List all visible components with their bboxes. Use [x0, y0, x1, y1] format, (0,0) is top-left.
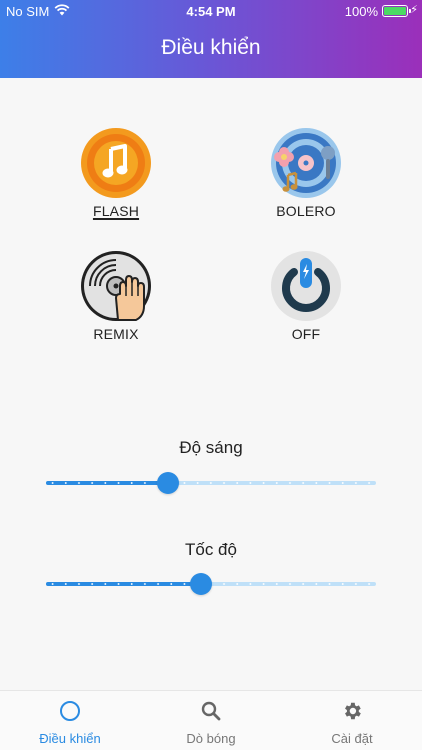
power-icon — [271, 251, 341, 321]
bottom-tab-bar: Điều khiển Dò bóng Cài đặt — [0, 690, 422, 750]
tab-cai-dat[interactable]: Cài đặt — [282, 699, 422, 746]
turntable-hand-icon — [81, 251, 151, 321]
brightness-label: Độ sáng — [179, 438, 243, 457]
battery-percentage: 100% — [344, 4, 378, 19]
mode-bolero-button[interactable]: BOLERO — [246, 127, 366, 219]
brightness-slider-block: Độ sáng — [0, 438, 422, 494]
tab-do-bong[interactable]: Dò bóng — [141, 699, 281, 746]
mode-remix-button[interactable]: REMIX — [56, 250, 176, 342]
tab-do-bong-label: Dò bóng — [186, 731, 236, 746]
speed-slider-block: Tốc độ — [0, 540, 422, 595]
speed-slider-thumb[interactable] — [190, 573, 213, 595]
battery-icon — [382, 5, 411, 17]
page-title: Điều khiển — [161, 36, 261, 59]
tab-dieu-khien-label: Điều khiển — [39, 731, 101, 746]
brightness-slider-thumb[interactable] — [157, 472, 180, 494]
circle-icon — [0, 699, 140, 723]
mode-off-button[interactable]: OFF — [246, 250, 366, 342]
mode-flash-label: FLASH — [92, 203, 140, 219]
tab-cai-dat-label: Cài đặt — [331, 731, 373, 746]
mode-bolero-label: BOLERO — [276, 203, 336, 219]
brightness-slider[interactable] — [46, 472, 376, 494]
mode-off-label: OFF — [291, 326, 321, 342]
charging-bolt-icon: ⚡ — [410, 4, 418, 16]
music-note-icon — [81, 128, 151, 198]
header-bar: No SIM 4:54 PM 100% ⚡ Điều khiển — [0, 0, 422, 78]
status-bar: No SIM 4:54 PM 100% ⚡ — [0, 0, 422, 22]
search-icon — [141, 699, 281, 723]
gear-icon — [282, 699, 422, 723]
mode-remix-label: REMIX — [93, 326, 139, 342]
vinyl-microphone-icon — [271, 128, 341, 198]
tab-dieu-khien[interactable]: Điều khiển — [0, 699, 140, 746]
speed-label: Tốc độ — [185, 540, 237, 559]
speed-slider[interactable] — [46, 573, 376, 595]
mode-flash-button[interactable]: FLASH — [56, 127, 176, 219]
